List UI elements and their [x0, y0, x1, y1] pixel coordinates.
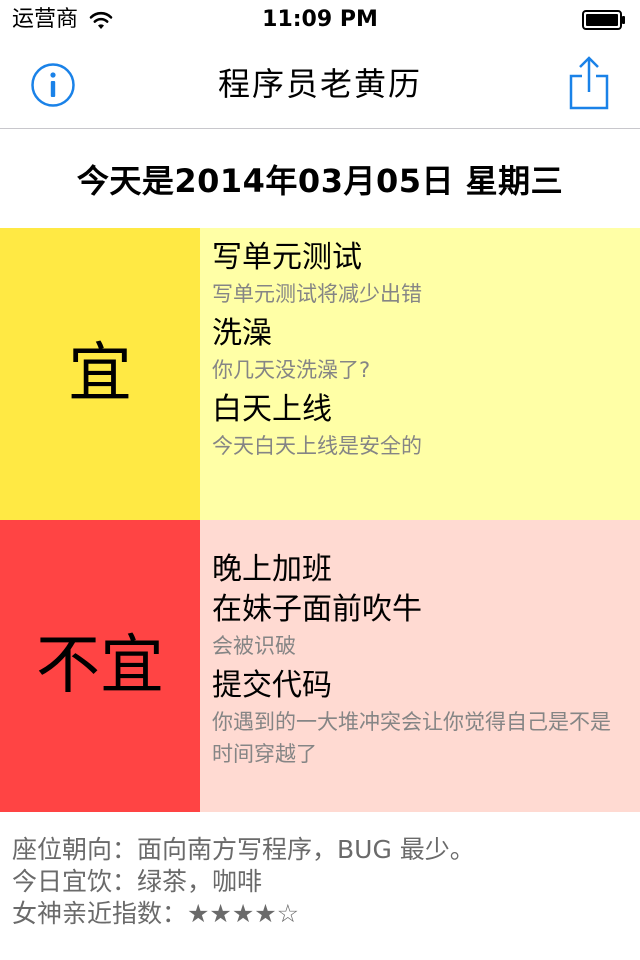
good-item-title: 白天上线	[212, 392, 332, 427]
footer-info: 座位朝向：面向南方写程序，BUG 最少。 今日宜饮：绿茶，咖啡 女神亲近指数：★…	[12, 834, 628, 930]
bad-label: 不宜	[0, 520, 200, 812]
good-item-title: 写单元测试	[212, 240, 362, 275]
bad-item: 晚上加班	[212, 550, 628, 590]
date-heading: 今天是2014年03月05日 星期三	[76, 161, 564, 200]
good-item: 白天上线 今天白天上线是安全的	[212, 390, 628, 462]
good-item-desc: 今天白天上线是安全的	[212, 434, 422, 458]
status-bar: 运营商 11:09 PM	[0, 0, 640, 40]
bad-items: 晚上加班 在妹子面前吹牛 会被识破 提交代码 你遇到的一大堆冲突会让你觉得自己是…	[200, 520, 640, 812]
drink-suggestion: 今日宜饮：绿茶，咖啡	[12, 867, 263, 896]
good-item-desc: 写单元测试将减少出错	[212, 282, 422, 306]
bad-item-desc: 会被识破	[212, 634, 296, 658]
bad-item: 提交代码 你遇到的一大堆冲突会让你觉得自己是不是时间穿越了	[212, 666, 628, 770]
good-section: 宜 写单元测试 写单元测试将减少出错 洗澡 你几天没洗澡了? 白天上线 今天白天…	[0, 228, 640, 520]
status-time: 11:09 PM	[262, 7, 378, 32]
good-item: 写单元测试 写单元测试将减少出错	[212, 238, 628, 310]
navigation-bar: 程序员老黄历	[0, 40, 640, 129]
share-icon[interactable]	[568, 56, 610, 110]
page-title: 程序员老黄历	[217, 65, 422, 103]
bad-item-title: 提交代码	[212, 668, 332, 703]
good-item-title: 洗澡	[212, 316, 272, 351]
bad-item-desc: 你遇到的一大堆冲突会让你觉得自己是不是时间穿越了	[212, 710, 611, 766]
bad-item-title: 在妹子面前吹牛	[212, 592, 422, 627]
seat-direction: 座位朝向：面向南方写程序，BUG 最少。	[12, 835, 475, 864]
good-item: 洗澡 你几天没洗澡了?	[212, 314, 628, 386]
good-label: 宜	[0, 228, 200, 520]
good-item-desc: 你几天没洗澡了?	[212, 358, 371, 382]
good-items: 写单元测试 写单元测试将减少出错 洗澡 你几天没洗澡了? 白天上线 今天白天上线…	[200, 228, 640, 520]
battery-icon	[582, 10, 625, 30]
goddess-index: 女神亲近指数：★★★★☆	[12, 899, 300, 928]
bad-item: 在妹子面前吹牛 会被识破	[212, 590, 628, 662]
bad-item-title: 晚上加班	[212, 552, 332, 587]
bad-section: 不宜 晚上加班 在妹子面前吹牛 会被识破 提交代码 你遇到的一大堆冲突会让你觉得…	[0, 520, 640, 812]
